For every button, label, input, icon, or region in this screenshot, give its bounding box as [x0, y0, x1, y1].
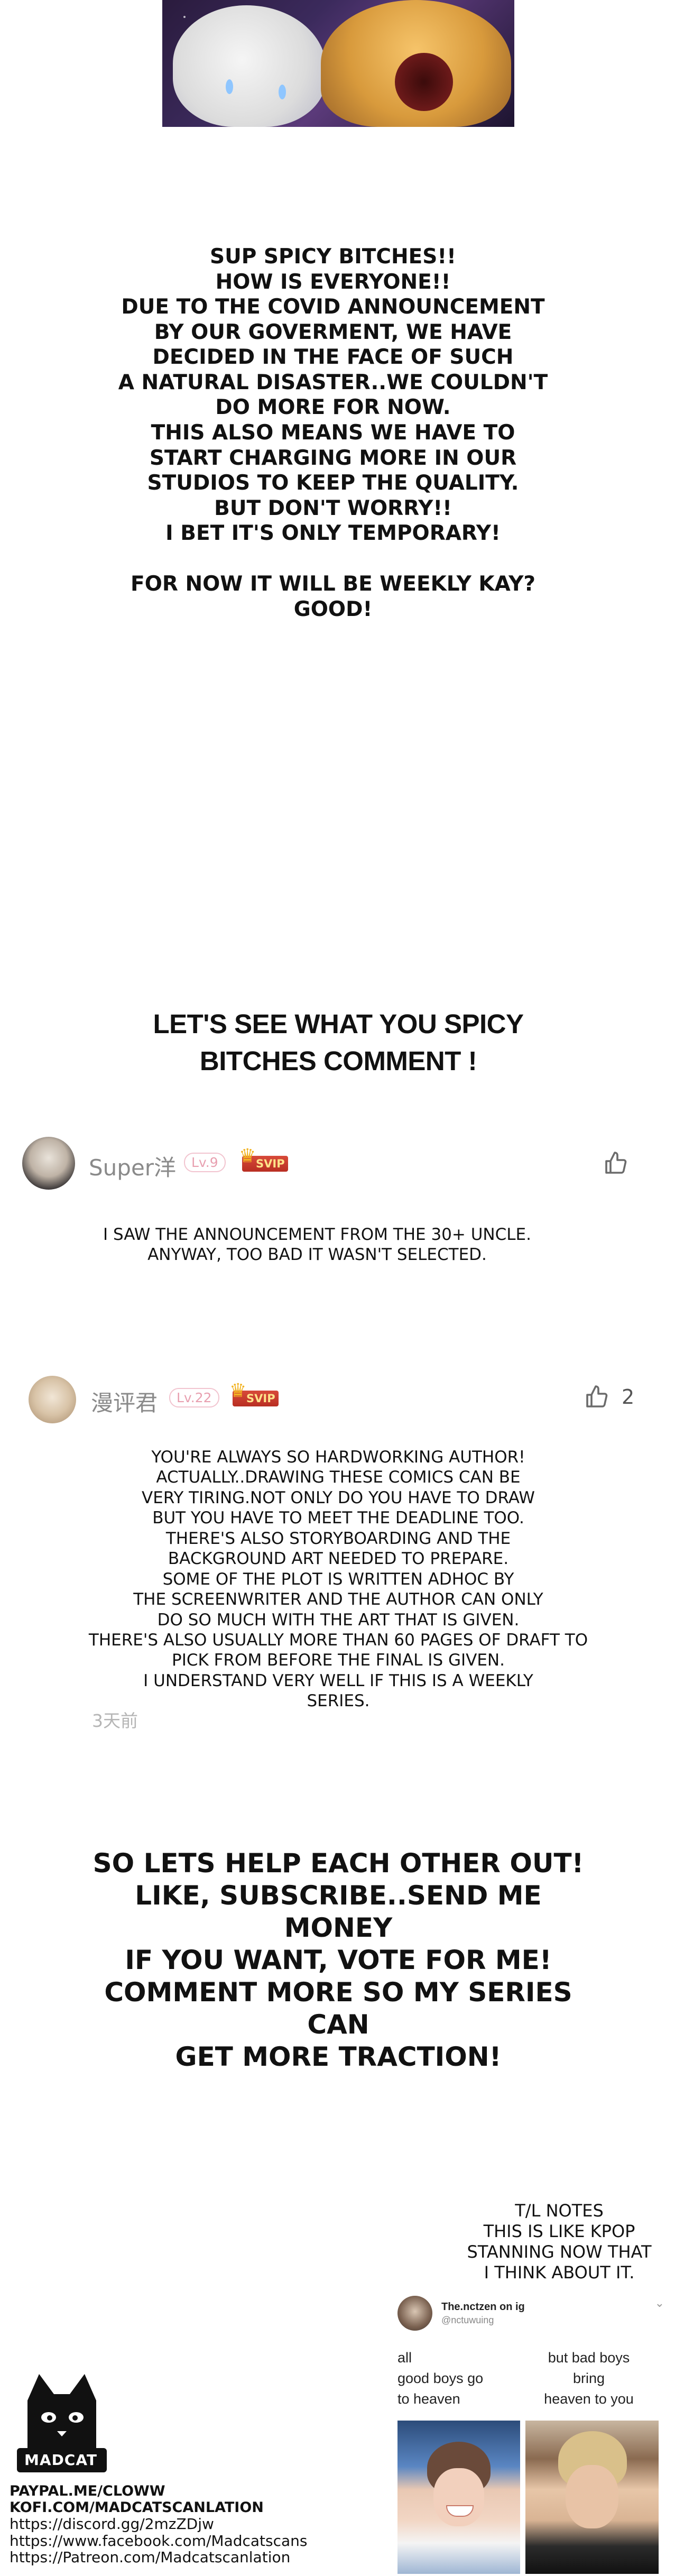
comic-panel-cats — [162, 0, 514, 127]
crown-icon: ♛ — [239, 1145, 256, 1167]
tweet-author-name: The.nctzen on ig — [441, 2301, 525, 2313]
cat-logo-icon — [17, 2374, 107, 2472]
tweet-text-left: all good boys go to heaven — [397, 2350, 484, 2407]
like-button[interactable] — [603, 1151, 629, 1181]
level-badge: Lv.22 — [169, 1388, 219, 1407]
avatar — [397, 2296, 432, 2331]
comment-text: YOU'RE ALWAYS SO HARDWORKING AUTHOR! ACT… — [88, 1448, 588, 1711]
svip-badge: ♛ SVIP — [229, 1382, 279, 1406]
logo-text: MADCAT — [24, 2451, 97, 2469]
comment-text: I SAW THE ANNOUNCEMENT FROM THE 30+ UNCL… — [103, 1225, 531, 1265]
chevron-down-icon[interactable]: ⌄ — [655, 2297, 664, 2310]
tweet-photo-right — [525, 2421, 659, 2574]
level-badge: Lv.9 — [184, 1153, 226, 1172]
patreon-link[interactable]: https://Patreon.com/Madcatscanlation — [10, 2549, 308, 2566]
svip-badge: ♛ SVIP — [239, 1147, 288, 1172]
madcat-logo: MADCAT — [12, 2369, 107, 2496]
crown-icon: ♛ — [229, 1380, 247, 1402]
kofi-link[interactable]: KOFI.COM/MADCATSCANLATION — [10, 2499, 308, 2516]
call-to-action-text: SO LETS HELP EACH OTHER OUT! LIKE, SUBSC… — [93, 1848, 584, 2072]
thumbs-up-icon — [605, 1152, 627, 1174]
tweet-author-handle: @nctuwuing — [441, 2315, 494, 2325]
paypal-link[interactable]: PAYPAL.ME/CLOWW — [10, 2483, 308, 2500]
comment-headline: LET'S SEE WHAT YOU SPICY BITCHES COMMENT… — [153, 1009, 524, 1077]
comment-date: 3天前 — [92, 1710, 138, 1731]
comment-username[interactable]: 漫评君 — [91, 1385, 158, 1418]
announcement-text: SUP SPICY BITCHES!! HOW IS EVERYONE!! DU… — [118, 245, 548, 621]
translator-notes: T/L NOTES THIS IS LIKE KPOP STANNING NOW… — [467, 2201, 652, 2283]
tweet-photo-left — [397, 2421, 520, 2574]
tweet-text-right: but bad boys bring heaven to you — [544, 2350, 634, 2407]
crying-cat-image — [173, 5, 326, 127]
discord-link[interactable]: https://discord.gg/2mzZDjw — [10, 2516, 308, 2533]
tweet-card: The.nctzen on ig @nctuwuing ⌄ all good b… — [390, 2285, 670, 2576]
avatar[interactable] — [29, 1376, 76, 1423]
like-count: 2 — [622, 1385, 635, 1409]
avatar[interactable] — [22, 1137, 75, 1190]
thumbs-up-icon — [586, 1385, 608, 1407]
comment-username[interactable]: Super洋 — [89, 1150, 176, 1182]
credit-links: PAYPAL.ME/CLOWW KOFI.COM/MADCATSCANLATIO… — [10, 2483, 308, 2566]
facebook-link[interactable]: https://www.facebook.com/Madcatscans — [10, 2532, 308, 2550]
like-button[interactable]: 2 — [584, 1384, 634, 1410]
